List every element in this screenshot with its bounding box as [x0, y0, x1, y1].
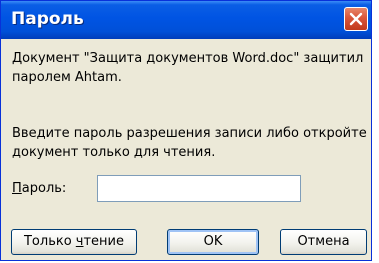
- password-input[interactable]: [97, 175, 301, 202]
- read-only-label-pre: Только: [23, 234, 76, 249]
- close-button[interactable]: [344, 7, 368, 31]
- password-label: Пароль:: [12, 179, 66, 198]
- instruction-message: Введите пароль разрешения записи либо от…: [12, 126, 367, 160]
- ok-button[interactable]: OK: [167, 229, 259, 255]
- close-icon: [349, 12, 363, 26]
- cancel-button[interactable]: Отмена: [280, 229, 367, 255]
- dialog-title: Пароль: [11, 9, 84, 29]
- password-label-accesskey: П: [12, 181, 22, 196]
- password-label-text: ароль:: [21, 181, 67, 196]
- read-only-button[interactable]: Только чтение: [11, 229, 137, 255]
- title-bar[interactable]: Пароль: [1, 1, 371, 39]
- password-dialog: Пароль Документ "Защита документов Word.…: [0, 0, 372, 261]
- read-only-label-post: тение: [83, 234, 125, 249]
- protection-message: Документ "Защита документов Word.doc" за…: [12, 51, 364, 85]
